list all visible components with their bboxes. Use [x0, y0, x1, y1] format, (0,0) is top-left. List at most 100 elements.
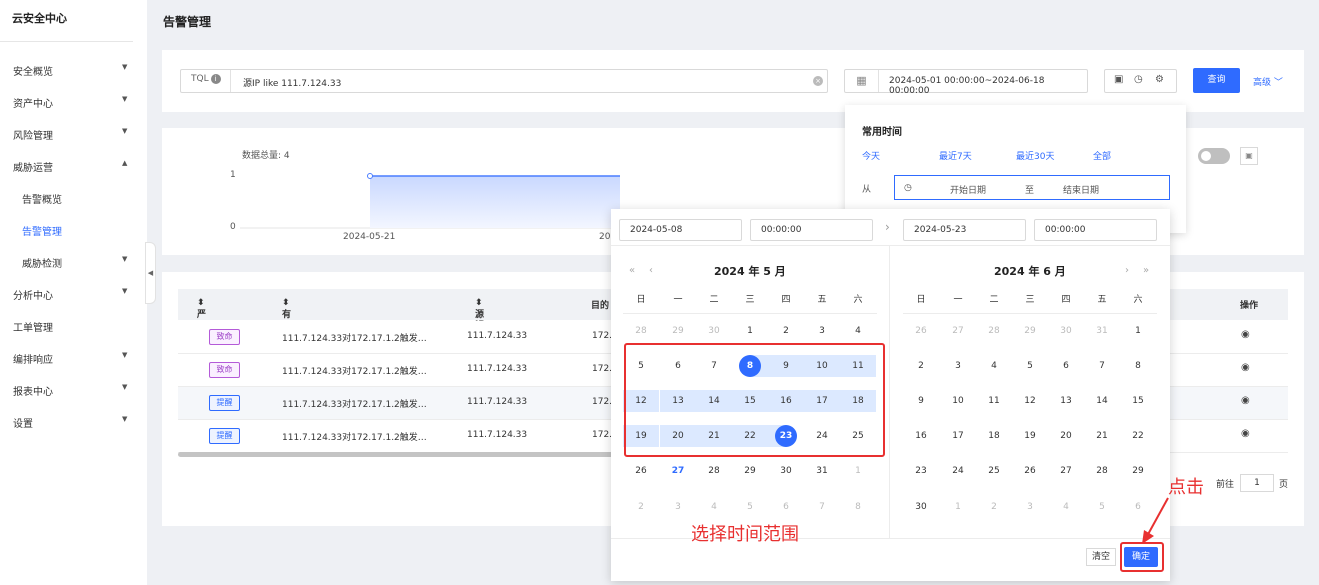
calendar-day[interactable]: 22 [1120, 425, 1156, 447]
tql-search-input[interactable]: TQL i 源IP like 111.7.124.33 × [180, 69, 828, 93]
nav-analysis-center[interactable]: 分析中心 ▼ [0, 284, 147, 304]
calendar-day[interactable]: 1 [732, 320, 768, 342]
clock-icon[interactable]: ◷ [1134, 74, 1143, 85]
alert-name[interactable]: 111.7.124.33对172.17.1.2触发… [282, 331, 427, 344]
confirm-button[interactable]: 确定 [1124, 547, 1158, 567]
nav-risk-management[interactable]: 风险管理 ▼ [0, 124, 147, 144]
calendar-day[interactable]: 27 [1048, 460, 1084, 482]
calendar-day[interactable]: 10 [940, 390, 976, 412]
header-src-ip[interactable]: 源IP ⬍ [475, 298, 485, 330]
calendar-day[interactable]: 23 [903, 460, 939, 482]
calendar-day: 6 [768, 496, 804, 518]
nav-threat-ops[interactable]: 威胁运营 ▲ [0, 156, 147, 176]
calendar-day[interactable]: 3 [940, 355, 976, 377]
calendar-day[interactable]: 28 [696, 460, 732, 482]
quick-option-30days[interactable]: 最近30天 [1016, 149, 1054, 162]
calendar-day[interactable]: 29 [1120, 460, 1156, 482]
alert-name[interactable]: 111.7.124.33对172.17.1.2触发… [282, 397, 427, 410]
calendar-day[interactable]: 26 [1012, 460, 1048, 482]
calendar-day: 29 [1012, 320, 1048, 342]
custom-range-input[interactable]: ◷ 开始日期 至 结束日期 [894, 175, 1170, 200]
clear-button[interactable]: 清空 [1086, 548, 1116, 566]
page-input[interactable]: 1 [1240, 474, 1274, 492]
calendar-day[interactable]: 7 [1084, 355, 1120, 377]
calendar-day[interactable]: 5 [1012, 355, 1048, 377]
nav-alert-management[interactable]: 告警管理 [0, 220, 147, 240]
eye-icon[interactable]: ◉ [1241, 395, 1250, 406]
quick-option-today[interactable]: 今天 [862, 149, 880, 162]
calendar-day[interactable]: 11 [976, 390, 1012, 412]
day-number: 27 [1060, 466, 1072, 476]
calendar-day[interactable]: 26 [623, 460, 659, 482]
prev-year-icon[interactable]: « [629, 265, 635, 276]
calendar-day[interactable]: 8 [1120, 355, 1156, 377]
calendar-day[interactable]: 16 [903, 425, 939, 447]
prev-month-icon[interactable]: ‹ [649, 265, 653, 276]
end-time-input[interactable]: 00:00:00 [1034, 219, 1157, 241]
calendar-day[interactable]: 6 [1048, 355, 1084, 377]
eye-icon[interactable]: ◉ [1241, 428, 1250, 439]
chart-toggle-switch[interactable] [1198, 148, 1230, 164]
nav-ticket-management[interactable]: 工单管理 [0, 316, 147, 336]
header-level[interactable]: 严重等级 ⬍ [197, 298, 206, 359]
save-icon[interactable]: ▣ [1114, 74, 1123, 85]
calendar-day[interactable]: 1 [1120, 320, 1156, 342]
calendar-day[interactable]: 12 [1012, 390, 1048, 412]
calendar-day[interactable]: 17 [940, 425, 976, 447]
horizontal-scrollbar[interactable] [178, 452, 618, 457]
calendar-day[interactable]: 31 [804, 460, 840, 482]
day-number: 21 [1096, 431, 1108, 441]
calendar-day[interactable]: 2 [768, 320, 804, 342]
calendar-day[interactable]: 4 [976, 355, 1012, 377]
start-time-input[interactable]: 00:00:00 [750, 219, 873, 241]
start-date-input[interactable]: 2024-05-08 [619, 219, 742, 241]
quick-option-7days[interactable]: 最近7天 [939, 149, 972, 162]
day-number: 23 [779, 431, 793, 441]
alert-name[interactable]: 111.7.124.33对172.17.1.2触发… [282, 430, 427, 443]
calendar-day[interactable]: 15 [1120, 390, 1156, 412]
calendar-day[interactable]: 18 [976, 425, 1012, 447]
next-month-icon[interactable]: › [1125, 265, 1129, 276]
calendar-day[interactable]: 4 [840, 320, 876, 342]
date-range-input[interactable]: ▦ 2024-05-01 00:00:00~2024-06-18 00:00:0… [844, 69, 1088, 96]
day-number: 16 [915, 431, 927, 441]
clear-icon[interactable]: × [813, 76, 823, 86]
day-number: 26 [1024, 466, 1036, 476]
calendar-day[interactable]: 20 [1048, 425, 1084, 447]
quick-option-all[interactable]: 全部 [1093, 149, 1111, 162]
day-number: 22 [1132, 431, 1144, 441]
calendar-day[interactable]: 30 [768, 460, 804, 482]
calendar-day[interactable]: 29 [732, 460, 768, 482]
calendar-day[interactable]: 3 [804, 320, 840, 342]
header-name[interactable]: 有效告警名称 ⬍ [282, 298, 291, 385]
calendar-day[interactable]: 27 [660, 460, 696, 482]
calendar-day[interactable]: 28 [1084, 460, 1120, 482]
end-date-input[interactable]: 2024-05-23 [903, 219, 1026, 241]
nav-asset-center[interactable]: 资产中心 ▼ [0, 92, 147, 112]
nav-security-overview[interactable]: 安全概览 ▼ [0, 60, 147, 80]
calendar-day[interactable]: 21 [1084, 425, 1120, 447]
calendar-day[interactable]: 9 [903, 390, 939, 412]
calendar-day[interactable]: 2 [903, 355, 939, 377]
eye-icon[interactable]: ◉ [1241, 329, 1250, 340]
nav-alert-overview[interactable]: 告警概览 [0, 188, 147, 208]
calendar-day[interactable]: 13 [1048, 390, 1084, 412]
next-year-icon[interactable]: » [1143, 265, 1149, 276]
query-button[interactable]: 查询 [1193, 68, 1240, 93]
calendar-day[interactable]: 30 [903, 496, 939, 518]
calendar-day[interactable]: 19 [1012, 425, 1048, 447]
nav-settings[interactable]: 设置 ▼ [0, 412, 147, 432]
nav-threat-detection[interactable]: 威胁检测 ▼ [0, 252, 147, 272]
alert-name[interactable]: 111.7.124.33对172.17.1.2触发… [282, 364, 427, 377]
nav-orchestration[interactable]: 编排响应 ▼ [0, 348, 147, 368]
eye-icon[interactable]: ◉ [1241, 362, 1250, 373]
calendar-day[interactable]: 24 [940, 460, 976, 482]
gear-icon[interactable]: ⚙ [1155, 74, 1164, 85]
advanced-toggle[interactable]: 高级 ﹀ [1253, 75, 1283, 88]
nav-report-center[interactable]: 报表中心 ▼ [0, 380, 147, 400]
calendar-day[interactable]: 14 [1084, 390, 1120, 412]
day-number: 1 [855, 466, 861, 476]
sidebar-collapse-button[interactable]: ◀ [145, 242, 156, 304]
calendar-day[interactable]: 25 [976, 460, 1012, 482]
save-icon[interactable]: ▣ [1240, 147, 1258, 165]
